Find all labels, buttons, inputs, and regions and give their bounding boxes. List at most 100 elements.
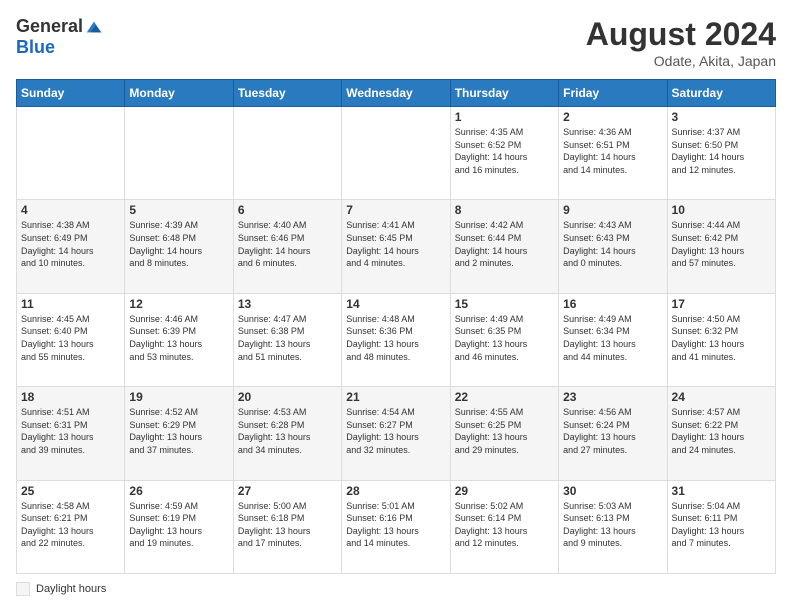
day-number: 28 [346,484,445,498]
calendar-cell: 30 Sunrise: 5:03 AM Sunset: 6:13 PM Dayli… [559,480,667,573]
calendar-header-row: SundayMondayTuesdayWednesdayThursdayFrid… [17,80,776,107]
day-header-friday: Friday [559,80,667,107]
day-info: Sunrise: 4:58 AM Sunset: 6:21 PM Dayligh… [21,500,120,550]
day-number: 3 [672,110,771,124]
day-info: Sunrise: 5:02 AM Sunset: 6:14 PM Dayligh… [455,500,554,550]
day-header-monday: Monday [125,80,233,107]
calendar-table: SundayMondayTuesdayWednesdayThursdayFrid… [16,79,776,574]
day-info: Sunrise: 5:00 AM Sunset: 6:18 PM Dayligh… [238,500,337,550]
day-header-saturday: Saturday [667,80,775,107]
day-number: 4 [21,203,120,217]
day-header-thursday: Thursday [450,80,558,107]
day-info: Sunrise: 4:53 AM Sunset: 6:28 PM Dayligh… [238,406,337,456]
calendar-cell: 29Sunrise: 5:02 AM Sunset: 6:14 PM Dayli… [450,480,558,573]
day-info: Sunrise: 4:37 AM Sunset: 6:50 PM Dayligh… [672,126,771,176]
day-info: Sunrise: 4:55 AM Sunset: 6:25 PM Dayligh… [455,406,554,456]
calendar-cell: 7Sunrise: 4:41 AM Sunset: 6:45 PM Daylig… [342,200,450,293]
day-info: Sunrise: 4:44 AM Sunset: 6:42 PM Dayligh… [672,219,771,269]
calendar-cell: 18 Sunrise: 4:51 AM Sunset: 6:31 PM Dayli… [17,387,125,480]
daylight-legend-box [16,582,30,596]
calendar-cell: 28 Sunrise: 5:01 AM Sunset: 6:16 PM Dayli… [342,480,450,573]
footer: Daylight hours [16,582,776,596]
day-number: 22 [455,390,554,404]
day-info: Sunrise: 4:38 AM Sunset: 6:49 PM Dayligh… [21,219,120,269]
day-number: 12 [129,297,228,311]
calendar-cell: 10 Sunrise: 4:44 AM Sunset: 6:42 PM Dayli… [667,200,775,293]
day-info: Sunrise: 4:43 AM Sunset: 6:43 PM Dayligh… [563,219,662,269]
calendar-cell: 26Sunrise: 4:59 AM Sunset: 6:19 PM Dayli… [125,480,233,573]
day-info: Sunrise: 4:54 AM Sunset: 6:27 PM Dayligh… [346,406,445,456]
logo: General Blue [16,16,103,58]
calendar-cell [125,107,233,200]
week-row-4: 18 Sunrise: 4:51 AM Sunset: 6:31 PM Dayli… [17,387,776,480]
location-subtitle: Odate, Akita, Japan [586,53,776,69]
calendar-cell: 12Sunrise: 4:46 AM Sunset: 6:39 PM Dayli… [125,293,233,386]
day-info: Sunrise: 4:51 AM Sunset: 6:31 PM Dayligh… [21,406,120,456]
day-number: 30 [563,484,662,498]
day-info: Sunrise: 4:57 AM Sunset: 6:22 PM Dayligh… [672,406,771,456]
day-number: 1 [455,110,554,124]
calendar-page: General Blue August 2024 Odate, Akita, J… [0,0,792,612]
day-info: Sunrise: 5:01 AM Sunset: 6:16 PM Dayligh… [346,500,445,550]
day-number: 6 [238,203,337,217]
day-number: 11 [21,297,120,311]
calendar-cell: 3 Sunrise: 4:37 AM Sunset: 6:50 PM Daylig… [667,107,775,200]
calendar-cell: 22 Sunrise: 4:55 AM Sunset: 6:25 PM Dayli… [450,387,558,480]
logo-general-text: General [16,16,83,37]
day-info: Sunrise: 4:48 AM Sunset: 6:36 PM Dayligh… [346,313,445,363]
calendar-cell [17,107,125,200]
calendar-cell: 6 Sunrise: 4:40 AM Sunset: 6:46 PM Daylig… [233,200,341,293]
day-info: Sunrise: 4:39 AM Sunset: 6:48 PM Dayligh… [129,219,228,269]
day-number: 7 [346,203,445,217]
day-number: 15 [455,297,554,311]
day-number: 24 [672,390,771,404]
day-info: Sunrise: 5:04 AM Sunset: 6:11 PM Dayligh… [672,500,771,550]
day-info: Sunrise: 4:56 AM Sunset: 6:24 PM Dayligh… [563,406,662,456]
day-number: 20 [238,390,337,404]
calendar-cell: 14 Sunrise: 4:48 AM Sunset: 6:36 PM Dayli… [342,293,450,386]
calendar-cell: 8Sunrise: 4:42 AM Sunset: 6:44 PM Daylig… [450,200,558,293]
day-info: Sunrise: 4:59 AM Sunset: 6:19 PM Dayligh… [129,500,228,550]
day-info: Sunrise: 5:03 AM Sunset: 6:13 PM Dayligh… [563,500,662,550]
calendar-cell: 5 Sunrise: 4:39 AM Sunset: 6:48 PM Daylig… [125,200,233,293]
calendar-cell: 16Sunrise: 4:49 AM Sunset: 6:34 PM Dayli… [559,293,667,386]
day-header-tuesday: Tuesday [233,80,341,107]
calendar-cell: 9 Sunrise: 4:43 AM Sunset: 6:43 PM Daylig… [559,200,667,293]
calendar-cell: 17 Sunrise: 4:50 AM Sunset: 6:32 PM Dayli… [667,293,775,386]
day-number: 13 [238,297,337,311]
calendar-cell: 19 Sunrise: 4:52 AM Sunset: 6:29 PM Dayli… [125,387,233,480]
week-row-1: 1Sunrise: 4:35 AM Sunset: 6:52 PM Daylig… [17,107,776,200]
week-row-3: 11Sunrise: 4:45 AM Sunset: 6:40 PM Dayli… [17,293,776,386]
header: General Blue August 2024 Odate, Akita, J… [16,16,776,69]
day-number: 27 [238,484,337,498]
daylight-label: Daylight hours [36,583,106,595]
day-header-sunday: Sunday [17,80,125,107]
day-number: 17 [672,297,771,311]
day-number: 19 [129,390,228,404]
calendar-cell: 23 Sunrise: 4:56 AM Sunset: 6:24 PM Dayli… [559,387,667,480]
day-info: Sunrise: 4:49 AM Sunset: 6:34 PM Dayligh… [563,313,662,363]
day-number: 8 [455,203,554,217]
day-number: 10 [672,203,771,217]
calendar-cell: 31Sunrise: 5:04 AM Sunset: 6:11 PM Dayli… [667,480,775,573]
calendar-cell: 21 Sunrise: 4:54 AM Sunset: 6:27 PM Dayli… [342,387,450,480]
day-number: 21 [346,390,445,404]
day-number: 18 [21,390,120,404]
day-info: Sunrise: 4:40 AM Sunset: 6:46 PM Dayligh… [238,219,337,269]
day-info: Sunrise: 4:36 AM Sunset: 6:51 PM Dayligh… [563,126,662,176]
day-number: 5 [129,203,228,217]
day-number: 14 [346,297,445,311]
day-info: Sunrise: 4:50 AM Sunset: 6:32 PM Dayligh… [672,313,771,363]
day-number: 23 [563,390,662,404]
calendar-cell: 27 Sunrise: 5:00 AM Sunset: 6:18 PM Dayli… [233,480,341,573]
day-number: 25 [21,484,120,498]
calendar-cell: 20 Sunrise: 4:53 AM Sunset: 6:28 PM Dayli… [233,387,341,480]
calendar-cell: 15Sunrise: 4:49 AM Sunset: 6:35 PM Dayli… [450,293,558,386]
day-info: Sunrise: 4:52 AM Sunset: 6:29 PM Dayligh… [129,406,228,456]
calendar-cell [233,107,341,200]
day-number: 9 [563,203,662,217]
logo-icon [85,18,103,36]
day-header-wednesday: Wednesday [342,80,450,107]
calendar-cell: 13Sunrise: 4:47 AM Sunset: 6:38 PM Dayli… [233,293,341,386]
week-row-2: 4 Sunrise: 4:38 AM Sunset: 6:49 PM Daylig… [17,200,776,293]
